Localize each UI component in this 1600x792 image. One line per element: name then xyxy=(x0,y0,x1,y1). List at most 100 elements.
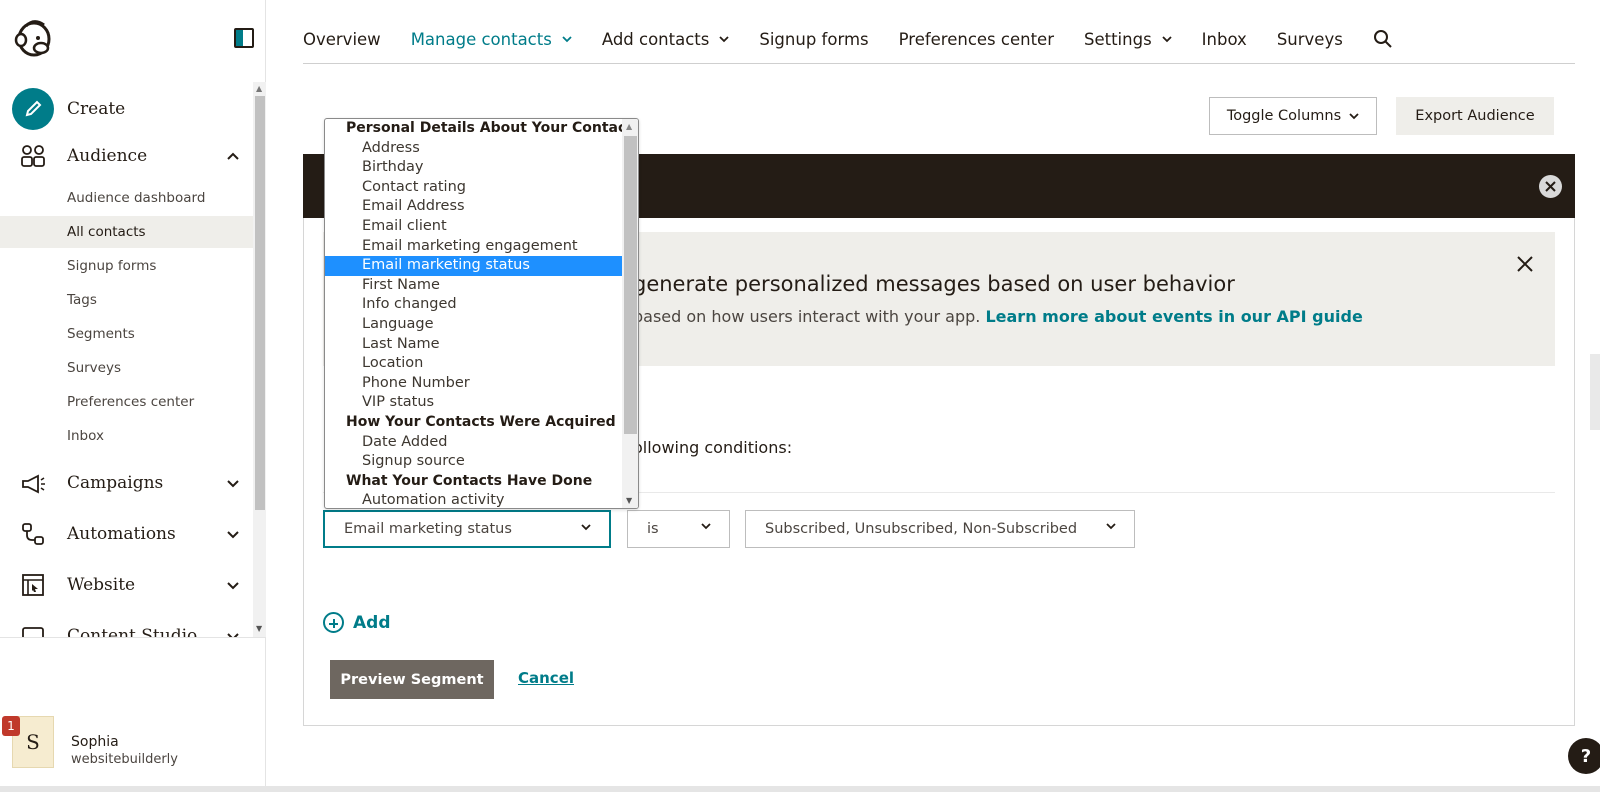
dropdown-option[interactable]: Language xyxy=(325,315,622,335)
dropdown-option[interactable]: Contact rating xyxy=(325,178,622,198)
dropdown-option[interactable]: First Name xyxy=(325,276,622,296)
tab-manage-contacts[interactable]: Manage contacts xyxy=(411,30,572,49)
sidebar-item-campaigns[interactable]: Campaigns xyxy=(20,468,240,498)
info-title: generate personalized messages based on … xyxy=(633,272,1235,296)
dropdown-option[interactable]: Email marketing engagement xyxy=(325,237,622,257)
field-dropdown-options: Personal Details About Your Contacts Addr… xyxy=(325,119,638,508)
user-name: Sophia xyxy=(71,734,119,750)
help-button[interactable]: ? xyxy=(1568,738,1600,774)
chevron-down-icon xyxy=(701,523,711,530)
automations-label: Automations xyxy=(67,524,176,544)
tab-manage-contacts-label: Manage contacts xyxy=(410,29,552,49)
search-icon[interactable] xyxy=(1373,29,1393,49)
chevron-down-icon xyxy=(1162,35,1172,42)
condition-operator-select[interactable]: is xyxy=(627,510,730,548)
add-condition-button[interactable]: Add xyxy=(323,612,391,633)
tab-overview-label: Overview xyxy=(303,29,381,49)
sidebar-item-preferences-center[interactable]: Preferences center xyxy=(0,386,253,418)
dropdown-option[interactable]: Email client xyxy=(325,217,622,237)
top-nav-divider xyxy=(303,63,1575,64)
audience-icon xyxy=(21,145,45,167)
chevron-down-icon[interactable] xyxy=(226,529,240,539)
dropdown-option[interactable]: Location xyxy=(325,354,622,374)
sidebar-item-surveys[interactable]: Surveys xyxy=(0,352,253,384)
collapse-sidebar-icon[interactable] xyxy=(234,28,254,48)
tab-add-contacts-label: Add contacts xyxy=(601,29,710,49)
cancel-link[interactable]: Cancel xyxy=(518,669,574,687)
toggle-columns-label: Toggle Columns xyxy=(1226,108,1342,124)
bottom-scrollbar[interactable] xyxy=(0,786,1600,792)
notification-badge: 1 xyxy=(2,716,20,736)
chevron-down-icon[interactable] xyxy=(226,478,240,488)
dropdown-option[interactable]: Info changed xyxy=(325,295,622,315)
preview-segment-button[interactable]: Preview Segment xyxy=(330,660,494,699)
megaphone-icon xyxy=(22,474,45,494)
tab-preferences-center-label: Preferences center xyxy=(898,29,1054,49)
dropdown-option-selected[interactable]: Email marketing status xyxy=(325,256,622,276)
sidebar-item-signup-forms[interactable]: Signup forms xyxy=(0,250,253,282)
scroll-down-icon[interactable]: ▼ xyxy=(256,624,262,633)
sidebar-item-content-studio[interactable]: Content Studio xyxy=(20,621,240,638)
api-guide-link[interactable]: Learn more about events in our API guide xyxy=(985,307,1362,326)
tab-preferences-center[interactable]: Preferences center xyxy=(899,30,1054,49)
tab-signup-forms-label: Signup forms xyxy=(759,29,869,49)
sidebar-item-audience[interactable]: Audience xyxy=(20,141,240,171)
tab-overview[interactable]: Overview xyxy=(303,30,381,49)
add-condition-label: Add xyxy=(353,612,391,633)
dropdown-option[interactable]: Signup source xyxy=(325,452,622,472)
chevron-down-icon xyxy=(581,524,591,531)
chevron-down-icon xyxy=(562,35,572,42)
sidebar-item-automations[interactable]: Automations xyxy=(20,519,240,549)
scroll-up-icon[interactable]: ▲ xyxy=(256,84,262,93)
content-studio-label: Content Studio xyxy=(67,626,198,638)
sidebar-item-inbox[interactable]: Inbox xyxy=(0,420,253,452)
chevron-down-icon[interactable] xyxy=(226,580,240,590)
campaigns-label: Campaigns xyxy=(67,473,164,493)
dropdown-option[interactable]: Email Address xyxy=(325,197,622,217)
sidebar-scrollbar-thumb[interactable] xyxy=(255,96,265,510)
dropdown-option[interactable]: Last Name xyxy=(325,335,622,355)
sidebar-item-all-contacts[interactable]: All contacts xyxy=(0,216,253,248)
tab-signup-forms[interactable]: Signup forms xyxy=(759,30,868,49)
mailchimp-logo-icon[interactable] xyxy=(12,16,56,60)
scroll-up-icon[interactable]: ▲ xyxy=(626,122,632,131)
dropdown-option[interactable]: Automation activity xyxy=(325,491,622,508)
chevron-down-icon xyxy=(719,35,730,42)
dropdown-option[interactable]: Birthday xyxy=(325,158,622,178)
dropdown-option[interactable]: Date Added xyxy=(325,433,622,453)
dropdown-scrollbar-thumb[interactable] xyxy=(624,136,637,434)
sidebar-item-create[interactable]: Create xyxy=(12,88,125,130)
website-label: Website xyxy=(67,575,136,595)
audience-label: Audience xyxy=(67,146,148,166)
feedback-tab[interactable] xyxy=(1590,354,1600,430)
info-body: based on how users interact with your ap… xyxy=(633,307,1363,326)
sidebar-item-tags[interactable]: Tags xyxy=(0,284,253,316)
chevron-down-icon[interactable] xyxy=(226,631,240,638)
tab-add-contacts[interactable]: Add contacts xyxy=(602,30,730,49)
close-icon[interactable] xyxy=(1515,254,1535,274)
automations-icon xyxy=(22,523,44,545)
content-studio-icon xyxy=(22,627,44,637)
sidebar-item-website[interactable]: Website xyxy=(20,570,240,600)
sidebar-item-audience-dashboard[interactable]: Audience dashboard xyxy=(0,182,253,214)
chevron-up-icon[interactable] xyxy=(226,151,240,161)
condition-field-select[interactable]: Email marketing status xyxy=(323,510,611,548)
dropdown-option[interactable]: VIP status xyxy=(325,393,622,413)
sidebar-item-segments[interactable]: Segments xyxy=(0,318,253,350)
dropdown-group-label: How Your Contacts Were Acquired xyxy=(346,413,616,430)
dropdown-option[interactable]: Address xyxy=(325,139,622,159)
export-audience-button[interactable]: Export Audience xyxy=(1396,97,1554,135)
dropdown-option[interactable]: Phone Number xyxy=(325,374,622,394)
tab-settings[interactable]: Settings xyxy=(1084,30,1172,49)
tab-inbox[interactable]: Inbox xyxy=(1202,30,1247,49)
close-icon[interactable] xyxy=(1539,175,1562,198)
condition-value-select[interactable]: Subscribed, Unsubscribed, Non-Subscribed xyxy=(745,510,1135,548)
conditions-text: ollowing conditions: xyxy=(633,438,793,457)
field-dropdown-list[interactable]: Personal Details About Your Contacts Addr… xyxy=(324,118,639,509)
condition-operator-value: is xyxy=(647,521,659,537)
tab-settings-label: Settings xyxy=(1083,29,1152,49)
toggle-columns-button[interactable]: Toggle Columns xyxy=(1209,97,1377,135)
plus-circle-icon xyxy=(323,612,344,633)
scroll-down-icon[interactable]: ▼ xyxy=(626,496,632,505)
tab-surveys[interactable]: Surveys xyxy=(1277,30,1343,49)
